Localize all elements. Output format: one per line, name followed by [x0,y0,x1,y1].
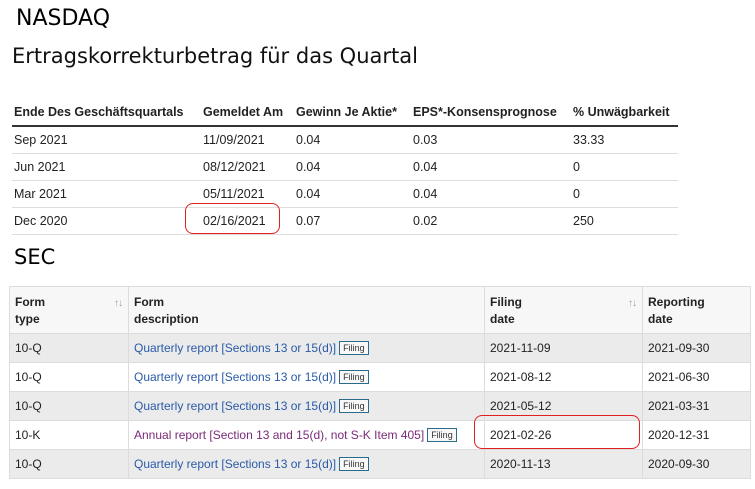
col-header-form-description: Form description [128,286,485,334]
form-description-link[interactable]: Quarterly report [Sections 13 or 15(d)] [134,370,336,384]
table-row: Dec 2020 02/16/2021 0.07 0.02 250 [12,207,678,235]
filing-button[interactable]: Filing [339,341,369,355]
cell-filing-date: 2020-11-13 [484,449,643,479]
col-header-filing-date[interactable]: Filing date ↑↓ [484,286,643,334]
cell-quarter: Mar 2021 [12,180,203,208]
filing-button[interactable]: Filing [427,428,457,442]
cell-filing-date: 2021-11-09 [484,333,643,363]
highlight-circle-filing-date [474,415,640,449]
cell-form-type: 10-Q [9,391,129,421]
table-row: Mar 2021 05/11/2021 0.04 0.04 0 [12,180,678,208]
cell-form-type: 10-Q [9,333,129,363]
cell-form-type: 10-Q [9,449,129,479]
header-line: Filing [490,295,522,309]
cell-surprise: 33.33 [573,126,678,154]
cell-form-type: 10-K [9,420,129,450]
filing-button[interactable]: Filing [339,370,369,384]
col-header-reported: Gemeldet Am [203,98,296,127]
cell-filing-date: 2021-08-12 [484,362,643,392]
cell-form-description: Annual report [Section 13 and 15(d), not… [128,420,485,450]
table-row: Jun 2021 08/12/2021 0.04 0.04 0 [12,153,678,181]
cell-forecast: 0.04 [413,180,573,208]
cell-eps: 0.07 [296,207,413,235]
header-line: Form [134,295,164,309]
form-description-link[interactable]: Quarterly report [Sections 13 or 15(d)] [134,399,336,413]
cell-surprise: 250 [573,207,678,235]
table-row: 10-Q Quarterly report [Sections 13 or 15… [9,333,751,363]
cell-eps: 0.04 [296,126,413,154]
nasdaq-heading: NASDAQ [16,6,111,31]
reporting-date-link[interactable]: 2021-03-31 [642,391,751,421]
table-row: 10-Q Quarterly report [Sections 13 or 15… [9,449,751,479]
cell-quarter: Dec 2020 [12,207,203,235]
nasdaq-earnings-table: Ende Des Geschäftsquartals Gemeldet Am G… [12,98,678,235]
header-line: type [15,312,40,326]
col-header-reporting-date: Reporting date [642,286,751,334]
cell-form-description: Quarterly report [Sections 13 or 15(d)] F… [128,362,485,392]
cell-surprise: 0 [573,153,678,181]
header-line: date [490,312,515,326]
cell-form-description: Quarterly report [Sections 13 or 15(d)] F… [128,333,485,363]
form-description-link[interactable]: Quarterly report [Sections 13 or 15(d)] [134,457,336,471]
col-header-eps: Gewinn Je Aktie* [296,98,413,127]
cell-form-description: Quarterly report [Sections 13 or 15(d)] F… [128,391,485,421]
cell-reported: 08/12/2021 [203,153,296,181]
filing-button[interactable]: Filing [339,457,369,471]
table-header-row: Form type ↑↓ Form description Filing dat… [9,286,751,334]
header-line: date [648,312,673,326]
highlight-circle-reported-date [185,203,280,234]
table-header-row: Ende Des Geschäftsquartals Gemeldet Am G… [12,98,678,127]
col-header-quarter-end: Ende Des Geschäftsquartals [12,98,203,127]
reporting-date-link[interactable]: 2020-12-31 [642,420,751,450]
table-row: 10-Q Quarterly report [Sections 13 or 15… [9,362,751,392]
sort-icon[interactable]: ↑↓ [628,295,637,312]
header-line: Form [15,295,45,309]
sort-icon[interactable]: ↑↓ [114,295,123,312]
cell-quarter: Jun 2021 [12,153,203,181]
cell-form-type: 10-Q [9,362,129,392]
reporting-date-link[interactable]: 2021-06-30 [642,362,751,392]
cell-eps: 0.04 [296,180,413,208]
cell-quarter: Sep 2021 [12,126,203,154]
reporting-date-link[interactable]: 2020-09-30 [642,449,751,479]
cell-surprise: 0 [573,180,678,208]
col-header-form-type[interactable]: Form type ↑↓ [9,286,129,334]
cell-forecast: 0.03 [413,126,573,154]
col-header-surprise: % Unwägbarkeit [573,98,678,127]
filing-button[interactable]: Filing [339,399,369,413]
form-description-link[interactable]: Annual report [Section 13 and 15(d), not… [134,428,424,442]
cell-forecast: 0.02 [413,207,573,235]
reporting-date-link[interactable]: 2021-09-30 [642,333,751,363]
col-header-eps-forecast: EPS*-Konsensprognose [413,98,573,127]
table-row: 10-Q Quarterly report [Sections 13 or 15… [9,391,751,421]
cell-reported: 11/09/2021 [203,126,296,154]
sec-heading: SEC [14,245,56,269]
earnings-table-title: Ertragskorrekturbetrag für das Quartal [12,44,418,68]
cell-forecast: 0.04 [413,153,573,181]
form-description-link[interactable]: Quarterly report [Sections 13 or 15(d)] [134,341,336,355]
sec-filings-table: Form type ↑↓ Form description Filing dat… [9,286,751,479]
header-line: Reporting [648,295,705,309]
cell-eps: 0.04 [296,153,413,181]
header-line: description [134,312,199,326]
cell-form-description: Quarterly report [Sections 13 or 15(d)] F… [128,449,485,479]
table-row: Sep 2021 11/09/2021 0.04 0.03 33.33 [12,126,678,154]
